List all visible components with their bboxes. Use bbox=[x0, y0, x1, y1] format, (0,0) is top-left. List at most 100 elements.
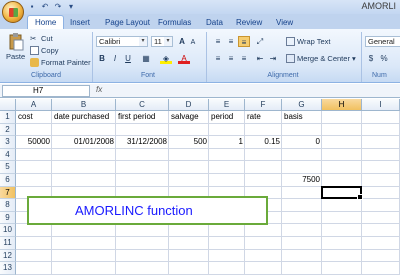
column-header-g[interactable]: G bbox=[282, 99, 322, 111]
align-middle-icon[interactable]: ≡ bbox=[225, 36, 237, 47]
copy-icon bbox=[30, 46, 39, 55]
merge-icon bbox=[286, 54, 295, 63]
tab-page-layout[interactable]: Page Layout bbox=[105, 16, 150, 29]
cell-e1[interactable]: period bbox=[209, 111, 245, 123]
cell-b1[interactable]: date purchased bbox=[52, 111, 116, 123]
row-header-11[interactable]: 11 bbox=[0, 237, 16, 250]
currency-icon[interactable]: $ bbox=[365, 53, 377, 64]
cell-b3[interactable]: 01/01/2008 bbox=[52, 136, 116, 148]
paste-button[interactable]: Paste bbox=[6, 33, 25, 61]
format-painter-button[interactable]: Format Painter bbox=[30, 58, 91, 67]
orientation-icon[interactable]: ⤢ bbox=[254, 36, 266, 47]
column-header-c[interactable]: C bbox=[116, 99, 169, 111]
row-header-7[interactable]: 7 bbox=[0, 186, 16, 200]
borders-icon[interactable]: ▦ bbox=[140, 53, 152, 64]
window-title: AMORLI bbox=[361, 1, 396, 11]
row-header-3[interactable]: 3 bbox=[0, 136, 16, 149]
font-size-select[interactable]: 11 ▾ bbox=[151, 36, 173, 47]
shrink-font-button[interactable]: A bbox=[187, 37, 199, 48]
row-header-1[interactable]: 1 bbox=[0, 111, 16, 124]
cell-c3[interactable]: 31/12/2008 bbox=[116, 136, 169, 148]
column-header-e[interactable]: E bbox=[209, 99, 245, 111]
bold-button[interactable]: B bbox=[96, 53, 108, 64]
tab-view[interactable]: View bbox=[276, 16, 293, 29]
font-name-select[interactable]: Calibri ▾ bbox=[96, 36, 148, 47]
save-icon[interactable]: ▪ bbox=[27, 2, 37, 12]
row-header-2[interactable]: 2 bbox=[0, 123, 16, 137]
ribbon: Paste ✂ Cut Copy Format Painter Clipboard… bbox=[0, 29, 400, 83]
gridline bbox=[16, 173, 400, 174]
row-header-10[interactable]: 10 bbox=[0, 224, 16, 237]
column-header-a[interactable]: A bbox=[16, 99, 52, 111]
customize-icon[interactable]: ▾ bbox=[66, 2, 76, 12]
font-color-icon[interactable]: A bbox=[178, 53, 190, 64]
row-header-4[interactable]: 4 bbox=[0, 148, 16, 162]
title-bar: ▪ ↶ ↷ ▾ AMORLI bbox=[0, 0, 400, 14]
increase-indent-icon[interactable]: ⇥ bbox=[267, 53, 279, 64]
row-header-12[interactable]: 12 bbox=[0, 249, 16, 263]
row-header-8[interactable]: 8 bbox=[0, 199, 16, 212]
cell-d1[interactable]: salvage bbox=[169, 111, 209, 123]
callout-box: AMORLINC function bbox=[27, 196, 268, 225]
cell-f3[interactable]: 0.15 bbox=[245, 136, 282, 148]
percent-icon[interactable]: % bbox=[378, 53, 390, 64]
align-center-icon[interactable]: ≡ bbox=[225, 53, 237, 64]
row-header-9[interactable]: 9 bbox=[0, 211, 16, 225]
cell-f1[interactable]: rate bbox=[245, 111, 282, 123]
align-left-icon[interactable]: ≡ bbox=[212, 53, 224, 64]
tab-formulas[interactable]: Formulas bbox=[158, 16, 191, 29]
formula-bar: H7 fx bbox=[0, 84, 400, 98]
alignment-group-label: Alignment bbox=[267, 72, 299, 79]
column-header-h[interactable]: H bbox=[322, 99, 362, 111]
tab-review[interactable]: Review bbox=[236, 16, 262, 29]
function-icon[interactable]: fx bbox=[96, 85, 102, 94]
office-button[interactable] bbox=[2, 1, 24, 23]
column-header-d[interactable]: D bbox=[169, 99, 209, 111]
font-group-label: Font bbox=[140, 72, 155, 79]
row-header-6[interactable]: 6 bbox=[0, 174, 16, 187]
align-bottom-icon[interactable]: ≡ bbox=[238, 36, 250, 47]
tab-home[interactable]: Home bbox=[27, 15, 65, 29]
spreadsheet-grid[interactable]: A B C D E F G H I 1 2 3 4 5 6 7 8 9 10 11 12 13 cost date purch… bbox=[0, 99, 400, 275]
row-header-13[interactable]: 13 bbox=[0, 262, 16, 275]
column-header-i[interactable]: I bbox=[362, 99, 400, 111]
chevron-down-icon: ▾ bbox=[139, 37, 147, 46]
cell-g3[interactable]: 0 bbox=[282, 136, 322, 148]
active-cell-h7[interactable] bbox=[321, 185, 363, 200]
scissors-icon: ✂ bbox=[30, 34, 37, 43]
column-header-f[interactable]: F bbox=[245, 99, 282, 111]
decrease-indent-icon[interactable]: ⇤ bbox=[254, 53, 266, 64]
undo-icon[interactable]: ↶ bbox=[40, 2, 50, 12]
underline-button[interactable]: U bbox=[122, 53, 134, 64]
cell-a3[interactable]: 50000 bbox=[16, 136, 52, 148]
select-all-corner[interactable] bbox=[0, 99, 16, 111]
merge-center-button[interactable]: Merge & Center ▾ bbox=[286, 54, 356, 63]
cell-c1[interactable]: first period bbox=[116, 111, 169, 123]
gridline bbox=[16, 236, 400, 237]
copy-button[interactable]: Copy bbox=[30, 46, 59, 55]
ribbon-tabs: Home Insert Page Layout Formulas Data Re… bbox=[0, 14, 400, 29]
tab-insert[interactable]: Insert bbox=[70, 16, 90, 29]
paste-icon bbox=[9, 33, 24, 51]
number-format-select[interactable]: General bbox=[365, 36, 400, 47]
cell-a1[interactable]: cost bbox=[16, 111, 52, 123]
wrap-text-button[interactable]: Wrap Text bbox=[286, 37, 331, 46]
row-header-5[interactable]: 5 bbox=[0, 161, 16, 174]
align-right-icon[interactable]: ≡ bbox=[238, 53, 250, 64]
cell-e3[interactable]: 1 bbox=[209, 136, 245, 148]
tab-data[interactable]: Data bbox=[206, 16, 223, 29]
cell-g1[interactable]: basis bbox=[282, 111, 322, 123]
name-box[interactable]: H7 bbox=[2, 85, 90, 97]
column-header-b[interactable]: B bbox=[52, 99, 116, 111]
clipboard-group-label: Clipboard bbox=[31, 72, 61, 79]
number-group-label: Num bbox=[372, 72, 387, 79]
cell-d3[interactable]: 500 bbox=[169, 136, 209, 148]
cut-button[interactable]: ✂ Cut bbox=[30, 34, 53, 43]
fill-color-icon[interactable]: ◈ bbox=[160, 53, 172, 64]
gridline bbox=[16, 160, 400, 162]
italic-button[interactable]: I bbox=[109, 53, 121, 64]
cell-g6[interactable]: 7500 bbox=[282, 174, 322, 186]
redo-icon[interactable]: ↷ bbox=[53, 2, 63, 12]
align-top-icon[interactable]: ≡ bbox=[212, 36, 224, 47]
gridline bbox=[16, 248, 400, 250]
